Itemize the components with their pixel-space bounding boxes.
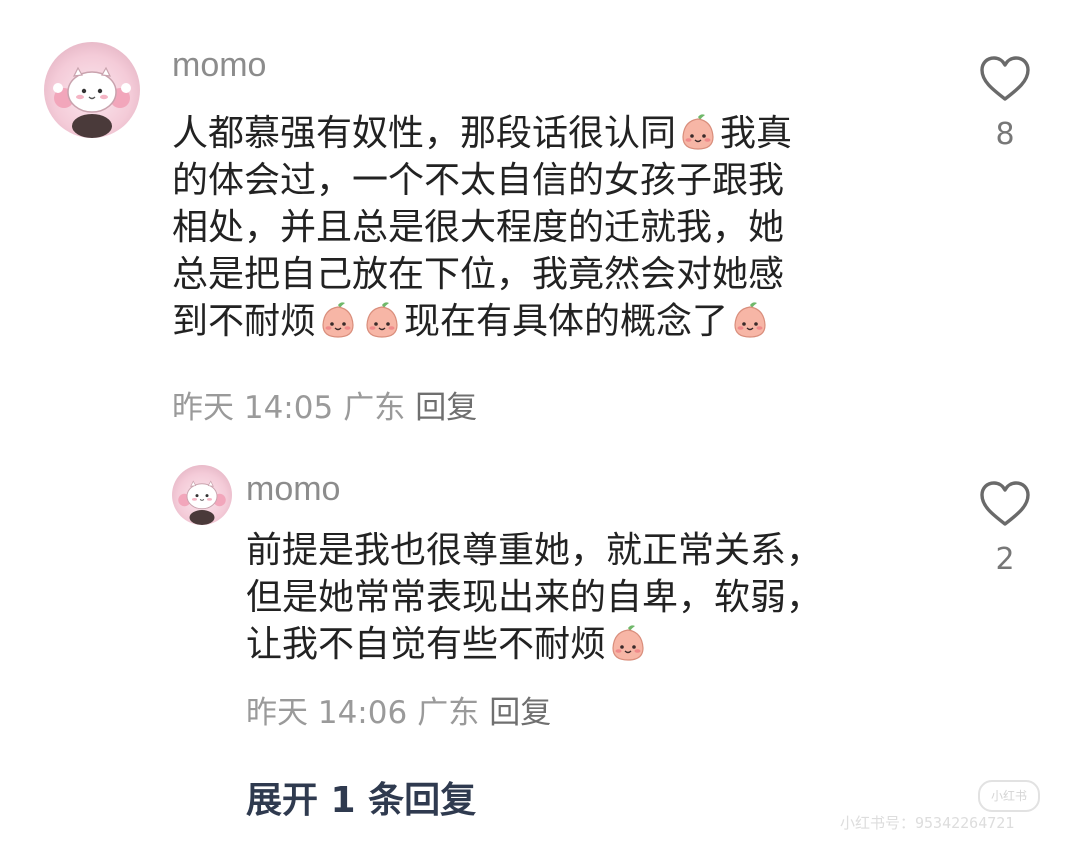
heart-outline-icon: [980, 481, 1030, 526]
comment-username[interactable]: momo: [246, 472, 340, 506]
watermark-logo: 小红书: [978, 780, 1040, 812]
comment-username[interactable]: momo: [172, 48, 266, 82]
comment-meta: 昨天 14:06 广东 回复: [246, 698, 561, 729]
comment-text: 前提是我也很尊重她，就正常关系， 但是她常常表现出来的自卑，软弱， 让我不自觉有…: [246, 527, 822, 668]
peach-emoji-icon: [317, 299, 359, 341]
avatar[interactable]: [44, 42, 140, 138]
like-count: 8: [995, 117, 1015, 152]
peach-emoji-icon: [607, 622, 649, 664]
comment-line: 总是把自己放在下位，我竟然会对她感: [172, 254, 785, 295]
watermark-id: 小红书号：95342264721: [840, 814, 1015, 832]
heart-outline-icon: [980, 56, 1030, 101]
like-count: 2: [995, 542, 1015, 577]
comment-line: 相处，并且总是很大程度的迁就我，她: [172, 207, 785, 248]
avatar[interactable]: [172, 465, 232, 525]
comment-line: 前提是我也很尊重她，就正常关系，: [246, 530, 823, 571]
comment-location: 广东: [343, 390, 406, 426]
comment-line: 人都慕强有奴性，那段话很认同 我真: [172, 111, 793, 154]
peach-emoji-icon: [677, 111, 719, 153]
peach-emoji-icon: [361, 299, 403, 341]
reply-button[interactable]: 回复: [415, 390, 477, 426]
peach-emoji-icon: [729, 299, 771, 341]
comment-meta: 昨天 14:05 广东 回复: [172, 393, 487, 424]
comment-line: 到不耐烦 现在有具体的概念了: [172, 298, 792, 345]
reply-button[interactable]: 回复: [489, 695, 551, 731]
comment-location: 广东: [417, 695, 480, 731]
comment-text: 人都慕强有奴性，那段话很认同 我真 的体会过，一个不太自信的女孩子跟我 相处，并且…: [172, 110, 792, 345]
comment-time: 昨天 14:05: [172, 390, 334, 426]
comment-line: 让我不自觉有些不耐烦: [246, 621, 822, 668]
like-button[interactable]: 2: [975, 480, 1035, 577]
comment-time: 昨天 14:06: [246, 695, 408, 731]
expand-replies-button[interactable]: 展开 1 条回复: [246, 771, 476, 823]
avatar-cat-image: [53, 66, 131, 138]
comment-line: 的体会过，一个不太自信的女孩子跟我: [172, 160, 785, 201]
avatar-cat-image: [178, 480, 226, 525]
comment-line: 但是她常常表现出来的自卑，软弱，: [246, 577, 823, 618]
like-button[interactable]: 8: [975, 55, 1035, 152]
